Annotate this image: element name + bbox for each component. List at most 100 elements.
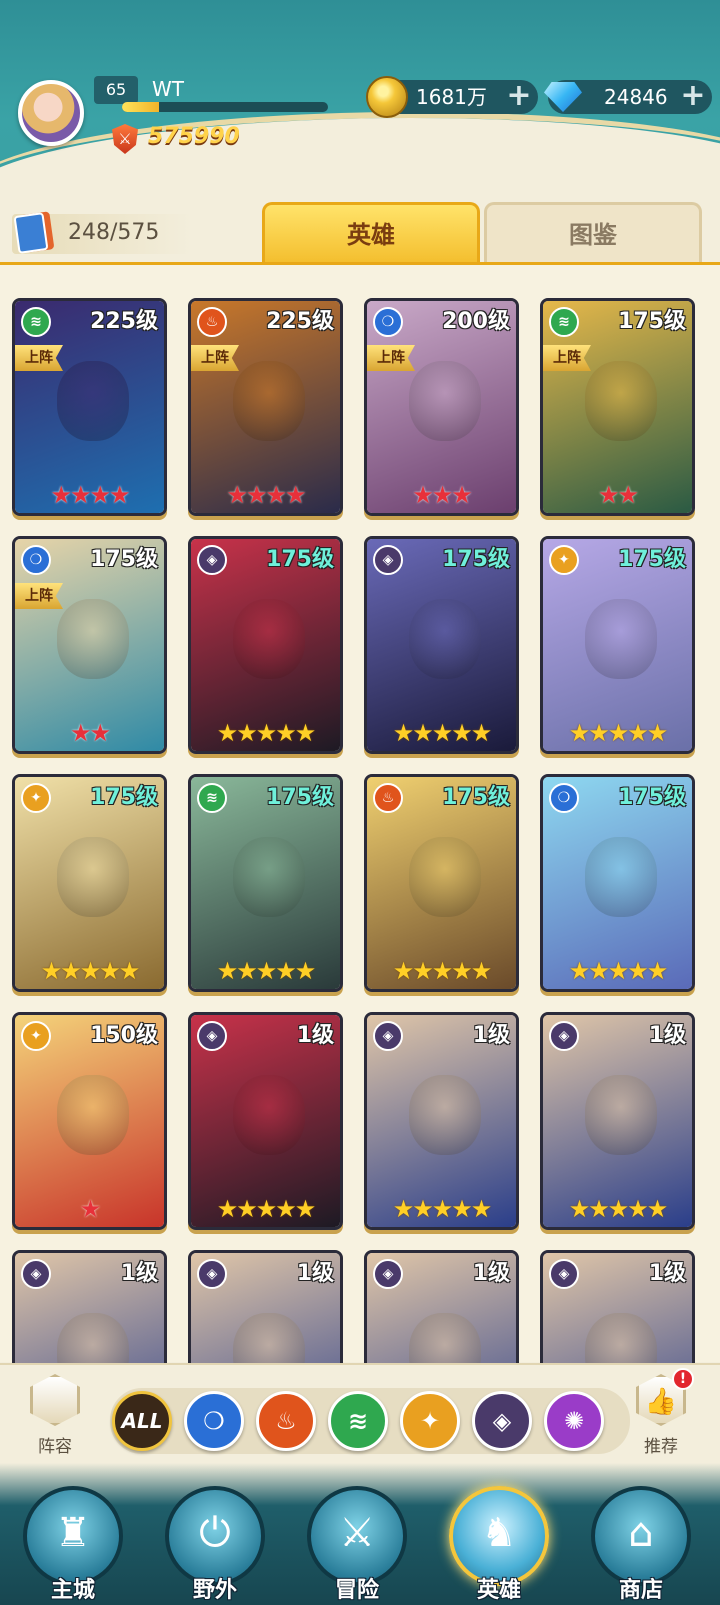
hero-card[interactable]: ≋ 225级 上阵 ★★★★ [12,298,167,516]
hero-level: 1级 [296,1023,334,1048]
hero-card[interactable]: ♨ 175级 ★★★★★ [364,774,519,992]
castle-icon: ♜ [55,1510,91,1556]
hero-level: 175级 [618,547,686,572]
hero-card[interactable]: ◈ 1级 ★★★★★ [188,1012,343,1230]
filter-light-button[interactable]: ✦ [400,1391,460,1451]
add-gold-button[interactable]: + [506,81,532,111]
hero-card[interactable]: ◈ 175级 ★★★★★ [188,536,343,754]
hero-count-text: 248/575 [68,220,160,245]
hero-level: 175级 [618,309,686,334]
hero-level: 175级 [90,785,158,810]
wild-gate-icon: ⏻ [199,1510,231,1556]
filter-dark-button[interactable]: ◈ [472,1391,532,1451]
hero-silhouette [585,837,657,917]
deployed-badge: 上阵 [15,345,63,371]
diamond-icon [542,76,584,118]
light-element-icon: ✦ [21,783,51,813]
hero-card[interactable]: ♨ 225级 上阵 ★★★★ [188,298,343,516]
wind-element-icon: ≋ [197,783,227,813]
hero-level: 1级 [472,1261,510,1286]
hero-silhouette [585,599,657,679]
hero-star-rating: ★★★★★ [40,957,141,985]
add-gems-button[interactable]: + [680,81,706,111]
water-element-icon: ❍ [373,307,403,337]
light-element-icon: ✦ [21,1021,51,1051]
hero-card[interactable]: ◈ 175级 ★★★★★ [364,536,519,754]
gold-amount: 1681万 [416,85,487,109]
hero-card[interactable]: ✦ 175级 ★★★★★ [12,774,167,992]
hero-card[interactable]: ❍ 175级 上阵 ★★ [12,536,167,754]
hero-star-rating: ★★ [69,719,111,747]
filter-water-button[interactable]: ❍ [184,1391,244,1451]
hero-card[interactable]: ◈ 1级 ★★★★★ [540,1012,695,1230]
hero-card[interactable]: ✦ 175级 ★★★★★ [540,536,695,754]
hero-card[interactable]: ❍ 175级 ★★★★★ [540,774,695,992]
exp-bar-fill [122,102,160,112]
filter-arcane-button[interactable]: ✺ [544,1391,604,1451]
hero-card[interactable]: ✦ 150级 ★ [12,1012,167,1230]
power-value: 575990 [148,124,240,149]
dark-element-icon: ◈ [549,1021,579,1051]
player-level-badge: 65 [94,76,138,104]
nav-item-sword[interactable]: ⚔ 冒险 [302,1486,412,1604]
hero-level: 1级 [472,1023,510,1048]
element-filter-row: ALL ❍ ♨ ≋ ✦ ◈ ✺ [110,1388,630,1454]
tab-codex[interactable]: 图鉴 [484,202,702,262]
nav-label: 主城 [50,1578,95,1603]
nav-label: 英雄 [476,1578,521,1603]
nav-item-shop[interactable]: ⌂ 商店 [586,1486,696,1604]
player-avatar[interactable] [18,80,84,146]
hero-silhouette [585,1075,657,1155]
light-element-icon: ✦ [549,545,579,575]
lineup-button[interactable]: 阵容 [22,1374,88,1462]
fire-element-icon: ♨ [373,783,403,813]
hero-level: 175级 [442,547,510,572]
hero-silhouette [57,837,129,917]
hero-level: 225级 [90,309,158,334]
hero-level: 1级 [648,1261,686,1286]
hero-card[interactable]: ◈ 1级 [12,1250,167,1363]
hero-card[interactable]: ◈ 1级 [364,1250,519,1363]
filter-all-button[interactable]: ALL [112,1391,172,1451]
dark-element-icon: ◈ [373,1259,403,1289]
hero-silhouette [57,599,129,679]
filter-wind-button[interactable]: ≋ [328,1391,388,1451]
water-element-icon: ❍ [21,545,51,575]
nav-item-knight-helmet[interactable]: ♞ 英雄 [444,1486,554,1604]
hero-star-rating: ★★★★★ [392,719,493,747]
hero-level: 175级 [442,785,510,810]
hero-silhouette [409,599,481,679]
hero-card[interactable]: ◈ 1级 [540,1250,695,1363]
hero-card[interactable]: ≋ 175级 ★★★★★ [188,774,343,992]
hero-star-rating: ★★★★★ [568,719,669,747]
hero-silhouette [233,361,305,441]
hero-star-rating: ★★★★★ [216,957,317,985]
tab-heroes[interactable]: 英雄 [262,202,480,262]
hero-star-rating: ★★★★ [226,481,306,509]
lineup-icon [30,1374,80,1426]
hero-card[interactable]: ◈ 1级 [188,1250,343,1363]
hero-star-rating: ★ [79,1195,102,1223]
hero-level: 175级 [618,785,686,810]
hero-card[interactable]: ❍ 200级 上阵 ★★★ [364,298,519,516]
gold-currency: 1681万 + [366,76,538,118]
nav-item-castle[interactable]: ♜ 主城 [18,1486,128,1604]
player-name: WT [152,77,184,101]
dark-element-icon: ◈ [21,1259,51,1289]
hero-silhouette [409,1075,481,1155]
recommend-button[interactable]: 👍 ! 推荐 [628,1368,694,1462]
hero-star-rating: ★★★★★ [392,1195,493,1223]
hero-level: 175级 [90,547,158,572]
hero-card[interactable]: ◈ 1级 ★★★★★ [364,1012,519,1230]
wind-element-icon: ≋ [549,307,579,337]
nav-item-wild-gate[interactable]: ⏻ 野外 [160,1486,270,1604]
hero-card[interactable]: ≋ 175级 上阵 ★★ [540,298,695,516]
deployed-badge: 上阵 [367,345,415,371]
dark-element-icon: ◈ [197,545,227,575]
gem-amount: 24846 [604,85,668,109]
nav-label: 冒险 [334,1578,379,1603]
hero-level: 200级 [442,309,510,334]
filter-fire-button[interactable]: ♨ [256,1391,316,1451]
wind-element-icon: ≋ [21,307,51,337]
player-info: 65 WT [94,76,334,114]
